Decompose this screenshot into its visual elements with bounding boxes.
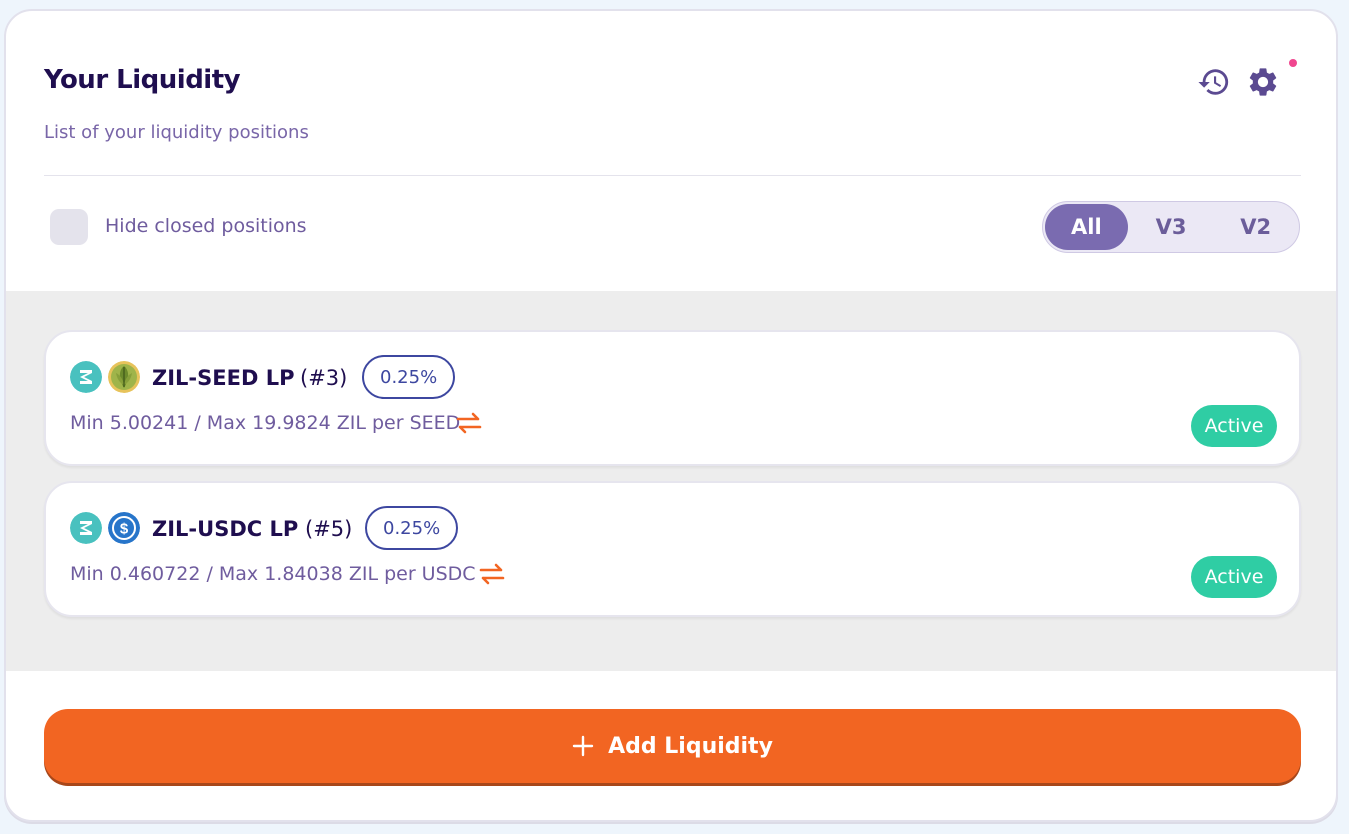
notification-dot: [1289, 59, 1297, 67]
hide-closed-checkbox[interactable]: [50, 209, 88, 245]
tab-v3[interactable]: V3: [1128, 204, 1215, 250]
add-liquidity-button[interactable]: Add Liquidity: [44, 709, 1301, 783]
liquidity-card: Your Liquidity List of your liquidity po…: [4, 9, 1338, 822]
add-liquidity-label: Add Liquidity: [608, 733, 773, 759]
usdc-token-icon: $: [108, 512, 140, 544]
pair-name: ZIL-SEED LP: [152, 366, 295, 390]
version-filter: All V3 V2: [1042, 201, 1300, 253]
swap-direction-icon[interactable]: [455, 411, 483, 435]
page-title: Your Liquidity: [44, 65, 241, 95]
tab-v2[interactable]: V2: [1214, 204, 1297, 250]
zil-token-icon: [70, 361, 102, 393]
history-icon[interactable]: [1197, 65, 1231, 99]
position-card[interactable]: ZIL-SEED LP (#3) 0.25% Min 5.00241 / Max…: [44, 330, 1301, 466]
tab-all[interactable]: All: [1045, 204, 1128, 250]
fee-badge: 0.25%: [365, 506, 459, 550]
header-divider: [44, 175, 1301, 176]
seed-token-icon: [108, 361, 140, 393]
position-card[interactable]: $ ZIL-USDC LP (#5) 0.25% Min 0.460722 / …: [44, 481, 1301, 617]
svg-text:$: $: [120, 521, 129, 538]
swap-direction-icon[interactable]: [478, 562, 506, 586]
settings-gear-icon[interactable]: [1246, 65, 1280, 99]
pair-name: ZIL-USDC LP: [152, 517, 299, 541]
position-id: (#5): [305, 517, 353, 541]
positions-list: ZIL-SEED LP (#3) 0.25% Min 5.00241 / Max…: [6, 291, 1336, 671]
page-subtitle: List of your liquidity positions: [44, 122, 309, 143]
hide-closed-label[interactable]: Hide closed positions: [105, 215, 307, 237]
fee-badge: 0.25%: [362, 355, 456, 399]
price-range: Min 5.00241 / Max 19.9824 ZIL per SEED: [70, 412, 461, 434]
plus-icon: [572, 735, 594, 757]
zil-token-icon: [70, 512, 102, 544]
price-range: Min 0.460722 / Max 1.84038 ZIL per USDC: [70, 563, 476, 585]
status-badge: Active: [1191, 556, 1277, 598]
position-id: (#3): [300, 366, 348, 390]
status-badge: Active: [1191, 405, 1277, 447]
